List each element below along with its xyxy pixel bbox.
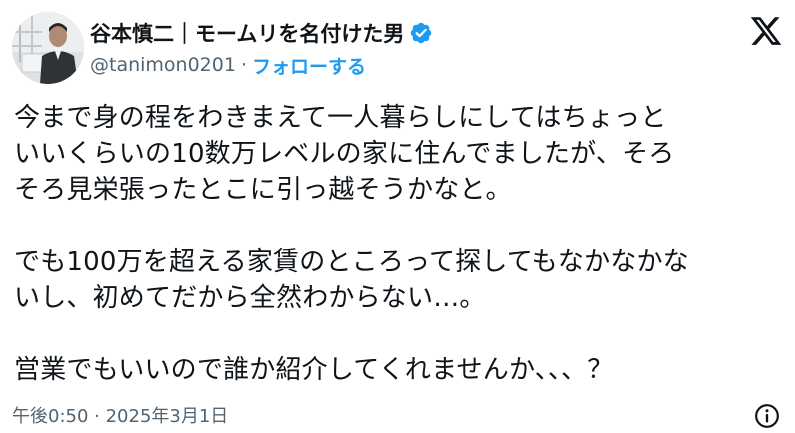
post-timestamp[interactable]: 午後0:50 · 2025年3月1日 bbox=[12, 402, 228, 428]
author-handle[interactable]: @tanimon0201 bbox=[90, 54, 236, 76]
post-paragraph: 今まで身の程をわきまえて一人暮らしにしてはちょっと いいくらいの10数万レベルの… bbox=[14, 100, 784, 208]
avatar[interactable] bbox=[12, 12, 84, 84]
separator-dot: · bbox=[240, 54, 247, 76]
author-names: 谷本慎二｜モームリを名付けた男 @tanimon0201 · フォローする bbox=[90, 18, 433, 80]
post-header: 谷本慎二｜モームリを名付けた男 @tanimon0201 · フォローする bbox=[12, 12, 783, 88]
post-text: 今まで身の程をわきまえて一人暮らしにしてはちょっと いいくらいの10数万レベルの… bbox=[14, 100, 784, 388]
post-paragraph: でも100万を超える家賃のところって探してもなかなかな いし、初めてだから全然わ… bbox=[14, 244, 784, 316]
post-line: いし、初めてだから全然わからない…。 bbox=[14, 283, 486, 313]
info-icon[interactable] bbox=[754, 403, 780, 429]
post-card: 谷本慎二｜モームリを名付けた男 @tanimon0201 · フォローする 今ま… bbox=[0, 0, 795, 433]
verified-badge-icon bbox=[411, 22, 432, 44]
x-logo-icon[interactable] bbox=[749, 14, 783, 48]
post-paragraph: 営業でもいいので誰か紹介してくれませんか、、、？ bbox=[14, 352, 784, 388]
post-line: 今まで身の程をわきまえて一人暮らしにしてはちょっと bbox=[14, 103, 667, 133]
post-line: 営業でもいいので誰か紹介してくれませんか、、、？ bbox=[14, 355, 614, 385]
post-line: いいくらいの10数万レベルの家に住んでましたが、そろ bbox=[14, 139, 675, 169]
display-name-row: 谷本慎二｜モームリを名付けた男 bbox=[90, 18, 433, 48]
post-line: そろ見栄張ったとこに引っ越そうかなと。 bbox=[14, 175, 512, 205]
post-line: でも100万を超える家賃のところって探してもなかなかな bbox=[14, 247, 689, 277]
follow-button[interactable]: フォローする bbox=[252, 52, 366, 79]
handle-row: @tanimon0201 · フォローする bbox=[90, 50, 433, 80]
author-display-name[interactable]: 谷本慎二｜モームリを名付けた男 bbox=[90, 18, 404, 48]
avatar-image bbox=[12, 12, 84, 84]
